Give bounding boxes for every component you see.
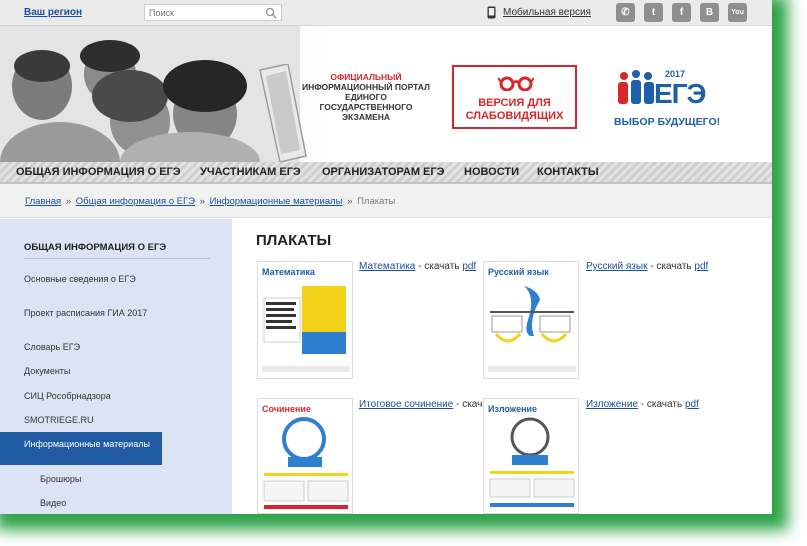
essay-poster-image — [263, 417, 349, 509]
nav-participants[interactable]: УЧАСТНИКАМ ЕГЭ — [200, 166, 301, 178]
poster-link-essay-title[interactable]: Итоговое сочинение — [359, 399, 453, 410]
poster-link-russian: Русский язык - скачать pdf — [586, 261, 709, 272]
breadcrumb-current: Плакаты — [357, 196, 396, 207]
poster-link-presentation-title[interactable]: Изложение — [586, 399, 638, 410]
sidebar-item-schedule[interactable]: Проект расписания ГИА 2017 — [24, 308, 154, 318]
russian-poster-image — [488, 286, 576, 372]
sidebar-item-documents[interactable]: Документы — [24, 366, 154, 376]
search-box[interactable] — [144, 4, 282, 21]
glasses-icon — [498, 76, 534, 91]
sidebar-item-basic-info[interactable]: Основные сведения о ЕГЭ — [24, 274, 154, 284]
poster-link-math-title[interactable]: Математика — [359, 261, 415, 272]
sidebar-item-info-materials[interactable]: Информационные материалы — [0, 432, 162, 465]
twitter-icon[interactable]: t — [644, 3, 663, 22]
nav-news[interactable]: НОВОСТИ — [464, 166, 519, 178]
breadcrumb-home[interactable]: Главная — [25, 196, 61, 207]
mobile-version-link[interactable]: Мобильная версия — [503, 7, 591, 18]
nav-organizers[interactable]: ОРГАНИЗАТОРАМ ЕГЭ — [322, 166, 444, 178]
students-photo — [0, 26, 300, 162]
sidebar-item-glossary[interactable]: Словарь ЕГЭ — [24, 342, 154, 352]
vkontakte-icon[interactable]: B — [700, 3, 719, 22]
browser-page: Ваш регион Мобильная версия ✆ t f B You — [0, 0, 772, 514]
poster-thumbnail-presentation[interactable]: Изложение — [483, 398, 579, 514]
breadcrumb-separator: » — [65, 196, 72, 207]
poster-link-presentation: Изложение - скачать pdf — [586, 399, 699, 410]
visually-impaired-label: ВЕРСИЯ ДЛЯ СЛАБОВИДЯЩИХ — [465, 97, 564, 122]
youtube-icon[interactable]: You — [728, 3, 747, 22]
search-icon[interactable] — [265, 7, 277, 19]
sidebar-item-smotriege[interactable]: SMOTRIEGE.RU — [24, 415, 154, 425]
search-input[interactable] — [149, 6, 261, 20]
poster-thumbnail-essay[interactable]: Сочинение — [257, 398, 353, 514]
poster-link-math-pdf[interactable]: pdf — [462, 261, 476, 272]
facebook-icon[interactable]: f — [672, 3, 691, 22]
top-bar: Ваш регион Мобильная версия ✆ t f B You — [0, 0, 772, 26]
sidebar-title: ОБЩАЯ ИНФОРМАЦИЯ О ЕГЭ — [24, 242, 167, 253]
poster-thumbnail-math[interactable]: Математика — [257, 261, 353, 379]
sidebar: ОБЩАЯ ИНФОРМАЦИЯ О ЕГЭ Основные сведения… — [0, 219, 232, 514]
visually-impaired-version-button[interactable]: ВЕРСИЯ ДЛЯ СЛАБОВИДЯЩИХ — [452, 65, 577, 129]
sidebar-item-sic[interactable]: СИЦ Рособрнадзора — [24, 391, 154, 401]
sidebar-subitem-video[interactable]: Видео — [40, 498, 66, 508]
breadcrumb-separator: » — [347, 196, 353, 207]
nav-contacts[interactable]: КОНТАКТЫ — [537, 166, 599, 178]
portal-title: ОФИЦИАЛЬНЫЙ ИНФОРМАЦИОННЫЙ ПОРТАЛ ЕДИНОГ… — [301, 72, 431, 122]
breadcrumb-section[interactable]: Общая информация о ЕГЭ — [76, 196, 195, 207]
poster-link-russian-pdf[interactable]: pdf — [694, 261, 708, 272]
nav-general-info[interactable]: ОБЩАЯ ИНФОРМАЦИЯ О ЕГЭ — [16, 166, 181, 178]
ege-logo-slogan: ВЫБОР БУДУЩЕГО! — [614, 116, 721, 128]
poster-link-presentation-pdf[interactable]: pdf — [685, 399, 699, 410]
main-navigation: ОБЩАЯ ИНФОРМАЦИЯ О ЕГЭ УЧАСТНИКАМ ЕГЭ ОР… — [0, 162, 772, 184]
poster-thumbnail-russian[interactable]: Русский язык — [483, 261, 579, 379]
breadcrumb: Главная » Общая информация о ЕГЭ » Инфор… — [0, 184, 772, 218]
poster-link-math: Математика - скачать pdf — [359, 261, 477, 272]
ege-logo-text: ЕГЭ — [654, 78, 706, 109]
region-link[interactable]: Ваш регион — [24, 7, 82, 18]
sidebar-subitem-brochures[interactable]: Брошюры — [40, 474, 81, 484]
header-banner: ОФИЦИАЛЬНЫЙ ИНФОРМАЦИОННЫЙ ПОРТАЛ ЕДИНОГ… — [0, 26, 772, 162]
skype-icon[interactable]: ✆ — [616, 3, 635, 22]
poster-link-russian-title[interactable]: Русский язык — [586, 261, 647, 272]
page-title: ПЛАКАТЫ — [256, 232, 332, 249]
breadcrumb-subsection[interactable]: Информационные материалы — [210, 196, 343, 207]
presentation-poster-image — [489, 417, 575, 507]
breadcrumb-separator: » — [199, 196, 205, 207]
mobile-phone-icon — [487, 6, 496, 19]
sidebar-divider — [24, 258, 210, 259]
math-poster-image — [262, 286, 350, 372]
